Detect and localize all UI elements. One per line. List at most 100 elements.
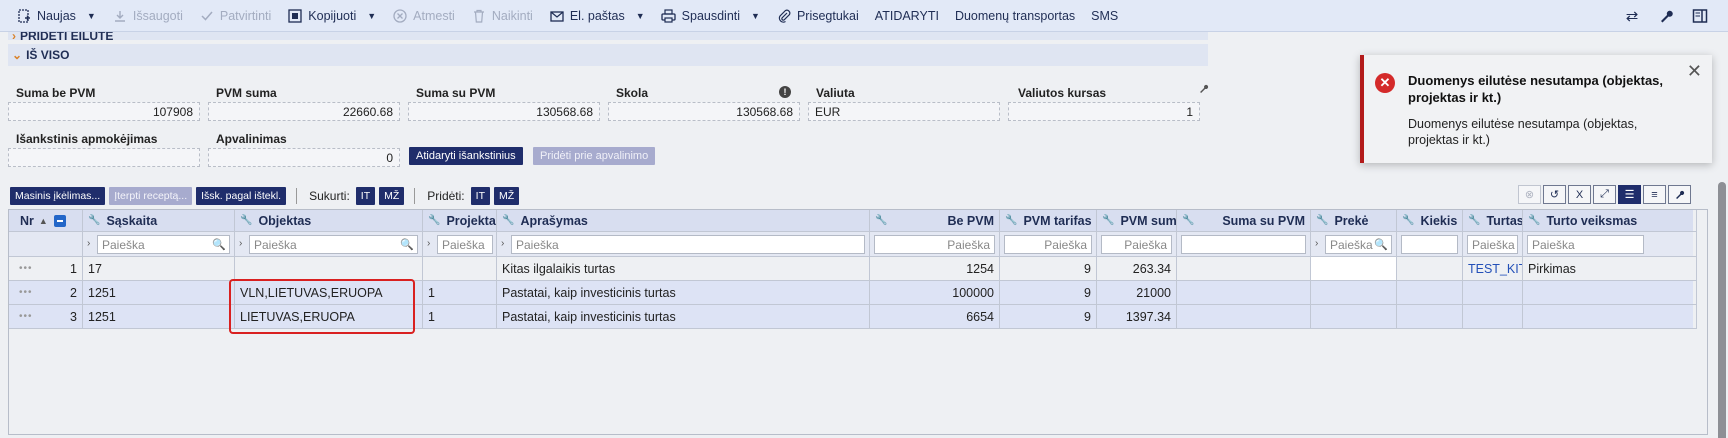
- cell-turto-veiksmas[interactable]: [1523, 305, 1697, 329]
- wrench-icon[interactable]: 🔧: [1182, 215, 1194, 226]
- drag-handle-icon[interactable]: •••: [19, 311, 33, 322]
- sms-button[interactable]: SMS: [1083, 0, 1126, 32]
- col-header-be-pvm[interactable]: 🔧 Be PVM: [870, 210, 1000, 232]
- attachments-button[interactable]: Prisegtukai: [768, 0, 867, 32]
- delete-button[interactable]: Naikinti: [463, 0, 541, 32]
- cell-suma-su-pvm[interactable]: [1177, 257, 1311, 281]
- col-header-pvm-tarifas[interactable]: 🔧 PVM tarifas: [1000, 210, 1097, 232]
- wrench-icon[interactable]: [1668, 185, 1691, 204]
- wrench-icon[interactable]: 🔧: [1316, 215, 1328, 226]
- create-mz-button[interactable]: MŽ: [379, 187, 405, 205]
- vertical-scrollbar[interactable]: [1716, 32, 1728, 438]
- from-resource-button[interactable]: Išsk. pagal ištekl.: [196, 187, 287, 205]
- col-header-kiekis[interactable]: 🔧 Kiekis: [1397, 210, 1463, 232]
- section-header-totals[interactable]: ⌄ IŠ VISO: [8, 44, 1208, 66]
- cell-kiekis[interactable]: [1397, 305, 1463, 329]
- filter-input-objektas[interactable]: Paieška 🔍: [249, 235, 418, 254]
- filter-input-pvm-tarifas[interactable]: Paieška: [1004, 235, 1092, 254]
- cell-kiekis[interactable]: [1397, 257, 1463, 281]
- add-mz-button[interactable]: MŽ: [494, 187, 520, 205]
- cell-be-pvm[interactable]: 100000: [870, 281, 1000, 305]
- cell-aprasymas[interactable]: Pastatai, kaip investicinis turtas: [497, 305, 870, 329]
- history-icon[interactable]: ↺: [1543, 185, 1566, 204]
- turtas-link[interactable]: TEST_KITI: [1468, 262, 1522, 276]
- cell-objektas[interactable]: [235, 257, 423, 281]
- cell-be-pvm[interactable]: 6654: [870, 305, 1000, 329]
- cell-turto-veiksmas[interactable]: [1523, 281, 1697, 305]
- wrench-icon[interactable]: 🔧: [875, 215, 887, 226]
- col-header-turtas[interactable]: 🔧 Turtas: [1463, 210, 1523, 232]
- wrench-icon[interactable]: 🔧: [88, 215, 100, 226]
- save-button[interactable]: Išsaugoti: [104, 0, 191, 32]
- info-icon[interactable]: !: [779, 86, 791, 98]
- email-button[interactable]: El. paštas ▼: [541, 0, 653, 32]
- cell-suma-su-pvm[interactable]: [1177, 281, 1311, 305]
- filter-input-saskaita[interactable]: Paieška 🔍: [97, 235, 230, 254]
- filter-input-aprasymas[interactable]: Paieška: [511, 235, 865, 254]
- panel-layout-icon[interactable]: [1692, 8, 1708, 24]
- cell-suma-su-pvm[interactable]: [1177, 305, 1311, 329]
- wrench-icon[interactable]: 🔧: [1005, 215, 1017, 226]
- row-nr-cell[interactable]: ••• 2: [9, 281, 83, 305]
- add-it-button[interactable]: IT: [470, 187, 490, 205]
- filter-input-be-pvm[interactable]: Paieška: [874, 235, 995, 254]
- cell-kiekis[interactable]: [1397, 281, 1463, 305]
- wrench-icon[interactable]: [1198, 83, 1209, 97]
- sort-up-icon[interactable]: ▲: [39, 216, 48, 226]
- cell-saskaita[interactable]: 1251: [83, 281, 235, 305]
- cell-projektas[interactable]: 1: [423, 281, 497, 305]
- filter-input-suma-su-pvm[interactable]: [1181, 235, 1306, 254]
- wrench-icon[interactable]: 🔧: [1402, 215, 1414, 226]
- compact-view-icon[interactable]: ≡: [1643, 185, 1666, 204]
- cell-pvm-suma[interactable]: 1397.34: [1097, 305, 1177, 329]
- wrench-icon[interactable]: 🔧: [1468, 215, 1480, 226]
- wrench-icon[interactable]: 🔧: [1528, 215, 1540, 226]
- create-it-button[interactable]: IT: [355, 187, 376, 205]
- filter-input-kiekis[interactable]: [1401, 235, 1458, 254]
- col-header-turto-veiksmas[interactable]: 🔧 Turto veiksmas: [1523, 210, 1697, 232]
- list-view-icon[interactable]: ☰: [1618, 185, 1641, 204]
- close-icon[interactable]: ✕: [1687, 61, 1702, 82]
- cell-preke[interactable]: [1311, 281, 1397, 305]
- filter-input-projektas[interactable]: Paieška: [437, 235, 493, 254]
- filter-input-turto-veiksmas[interactable]: Paieška: [1527, 235, 1644, 254]
- wrench-icon[interactable]: 🔧: [1102, 215, 1114, 226]
- cell-projektas[interactable]: 1: [423, 305, 497, 329]
- select-all-checkbox[interactable]: [53, 214, 66, 227]
- col-header-preke[interactable]: 🔧 Prekė: [1311, 210, 1397, 232]
- col-header-suma-su-pvm[interactable]: 🔧 Suma su PVM: [1177, 210, 1311, 232]
- col-header-saskaita[interactable]: 🔧 Sąskaita: [83, 210, 235, 232]
- cell-turtas[interactable]: [1463, 281, 1523, 305]
- filter-input-turtas[interactable]: Paieška: [1467, 235, 1518, 254]
- cell-aprasymas[interactable]: Pastatai, kaip investicinis turtas: [497, 281, 870, 305]
- cell-preke[interactable]: [1311, 305, 1397, 329]
- col-header-nr[interactable]: Nr ▲: [9, 210, 83, 232]
- cell-turtas[interactable]: TEST_KITI: [1463, 257, 1523, 281]
- cell-pvm-tarifas[interactable]: 9: [1000, 257, 1097, 281]
- mass-entry-button[interactable]: Masinis įkėlimas...: [10, 187, 106, 205]
- drag-handle-icon[interactable]: •••: [19, 287, 33, 298]
- swap-arrows-icon[interactable]: ⇄: [1624, 8, 1640, 25]
- cell-saskaita[interactable]: 17: [83, 257, 235, 281]
- copy-button[interactable]: Kopijuoti ▼: [279, 0, 384, 32]
- col-header-aprasymas[interactable]: 🔧 Aprašymas: [497, 210, 870, 232]
- cell-pvm-tarifas[interactable]: 9: [1000, 281, 1097, 305]
- row-nr-cell[interactable]: ••• 3: [9, 305, 83, 329]
- add-to-rounding-button[interactable]: Pridėti prie apvalinimo: [533, 147, 656, 165]
- col-header-projektas[interactable]: 🔧 Projektas: [423, 210, 497, 232]
- row-nr-cell[interactable]: ••• 1: [9, 257, 83, 281]
- clear-icon[interactable]: ⊗: [1518, 185, 1541, 204]
- cell-saskaita[interactable]: 1251: [83, 305, 235, 329]
- col-header-objektas[interactable]: 🔧 Objektas: [235, 210, 423, 232]
- cell-turto-veiksmas[interactable]: Pirkimas: [1523, 257, 1697, 281]
- cell-objektas[interactable]: LIETUVAS,ERUOPA: [235, 305, 423, 329]
- cancel-button[interactable]: Atmesti: [384, 0, 463, 32]
- cell-aprasymas[interactable]: Kitas ilgalaikis turtas: [497, 257, 870, 281]
- cell-turtas[interactable]: [1463, 305, 1523, 329]
- cell-pvm-suma[interactable]: 263.34: [1097, 257, 1177, 281]
- col-header-pvm-suma[interactable]: 🔧 PVM suma: [1097, 210, 1177, 232]
- section-header-add-row[interactable]: › PRIDĖTI EILUTĘ: [8, 32, 1208, 40]
- confirm-button[interactable]: Patvirtinti: [191, 0, 279, 32]
- open-prepayments-button[interactable]: Atidaryti išankstinius: [409, 147, 523, 165]
- wrench-icon[interactable]: 🔧: [240, 215, 252, 226]
